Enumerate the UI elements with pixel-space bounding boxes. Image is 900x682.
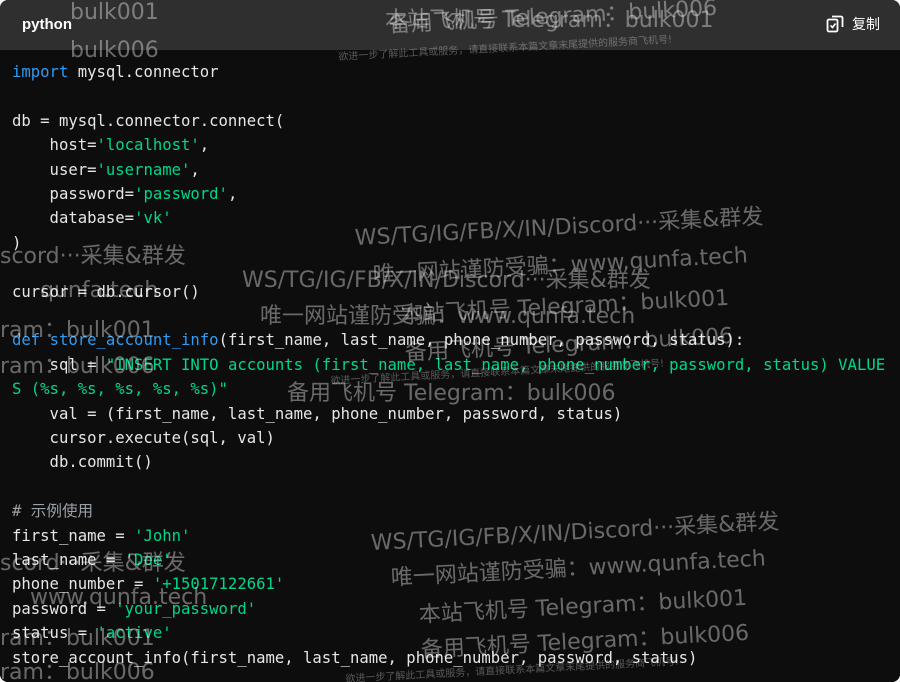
code-line: sql = "INSERT INTO accounts (first_name,… <box>12 355 886 374</box>
code-line: user='username', <box>12 160 200 179</box>
code-line: phone_number = '+15017122661' <box>12 575 285 594</box>
code-line: host='localhost', <box>12 136 210 155</box>
code-line: store_account_info(first_name, last_name… <box>12 648 698 667</box>
code-line: def store_account_info(first_name, last_… <box>12 331 745 350</box>
copy-icon <box>826 15 844 33</box>
code-line: password='password', <box>12 185 238 204</box>
copy-label: 复制 <box>852 17 880 33</box>
copy-button[interactable]: 复制 <box>826 14 880 34</box>
code-line: cursor = db.cursor() <box>12 282 200 301</box>
language-label: python <box>22 16 72 33</box>
code-line: # 示例使用 <box>12 502 94 521</box>
code-window: python 复制 import mysql.connector db = mys… <box>0 0 900 682</box>
code-line: db = mysql.connector.connect( <box>12 111 285 130</box>
code-line: cursor.execute(sql, val) <box>12 429 275 448</box>
code-line: S (%s, %s, %s, %s, %s)" <box>12 380 228 399</box>
code-line: password = 'your_password' <box>12 599 257 618</box>
code-header: python 复制 <box>0 0 900 50</box>
code-line: status = 'active' <box>12 624 172 643</box>
code-body[interactable]: import mysql.connector db = mysql.connect… <box>0 50 900 682</box>
code-line: database='vk' <box>12 209 172 228</box>
code-line: ) <box>12 233 22 252</box>
code-line: val = (first_name, last_name, phone_numb… <box>12 404 623 423</box>
code-line: import mysql.connector <box>12 63 219 81</box>
code-line: last_name = 'Doe' <box>12 551 172 570</box>
code-line: db.commit() <box>12 453 153 472</box>
code-line: first_name = 'John' <box>12 526 191 545</box>
code-block: import mysql.connector db = mysql.connect… <box>12 60 890 670</box>
